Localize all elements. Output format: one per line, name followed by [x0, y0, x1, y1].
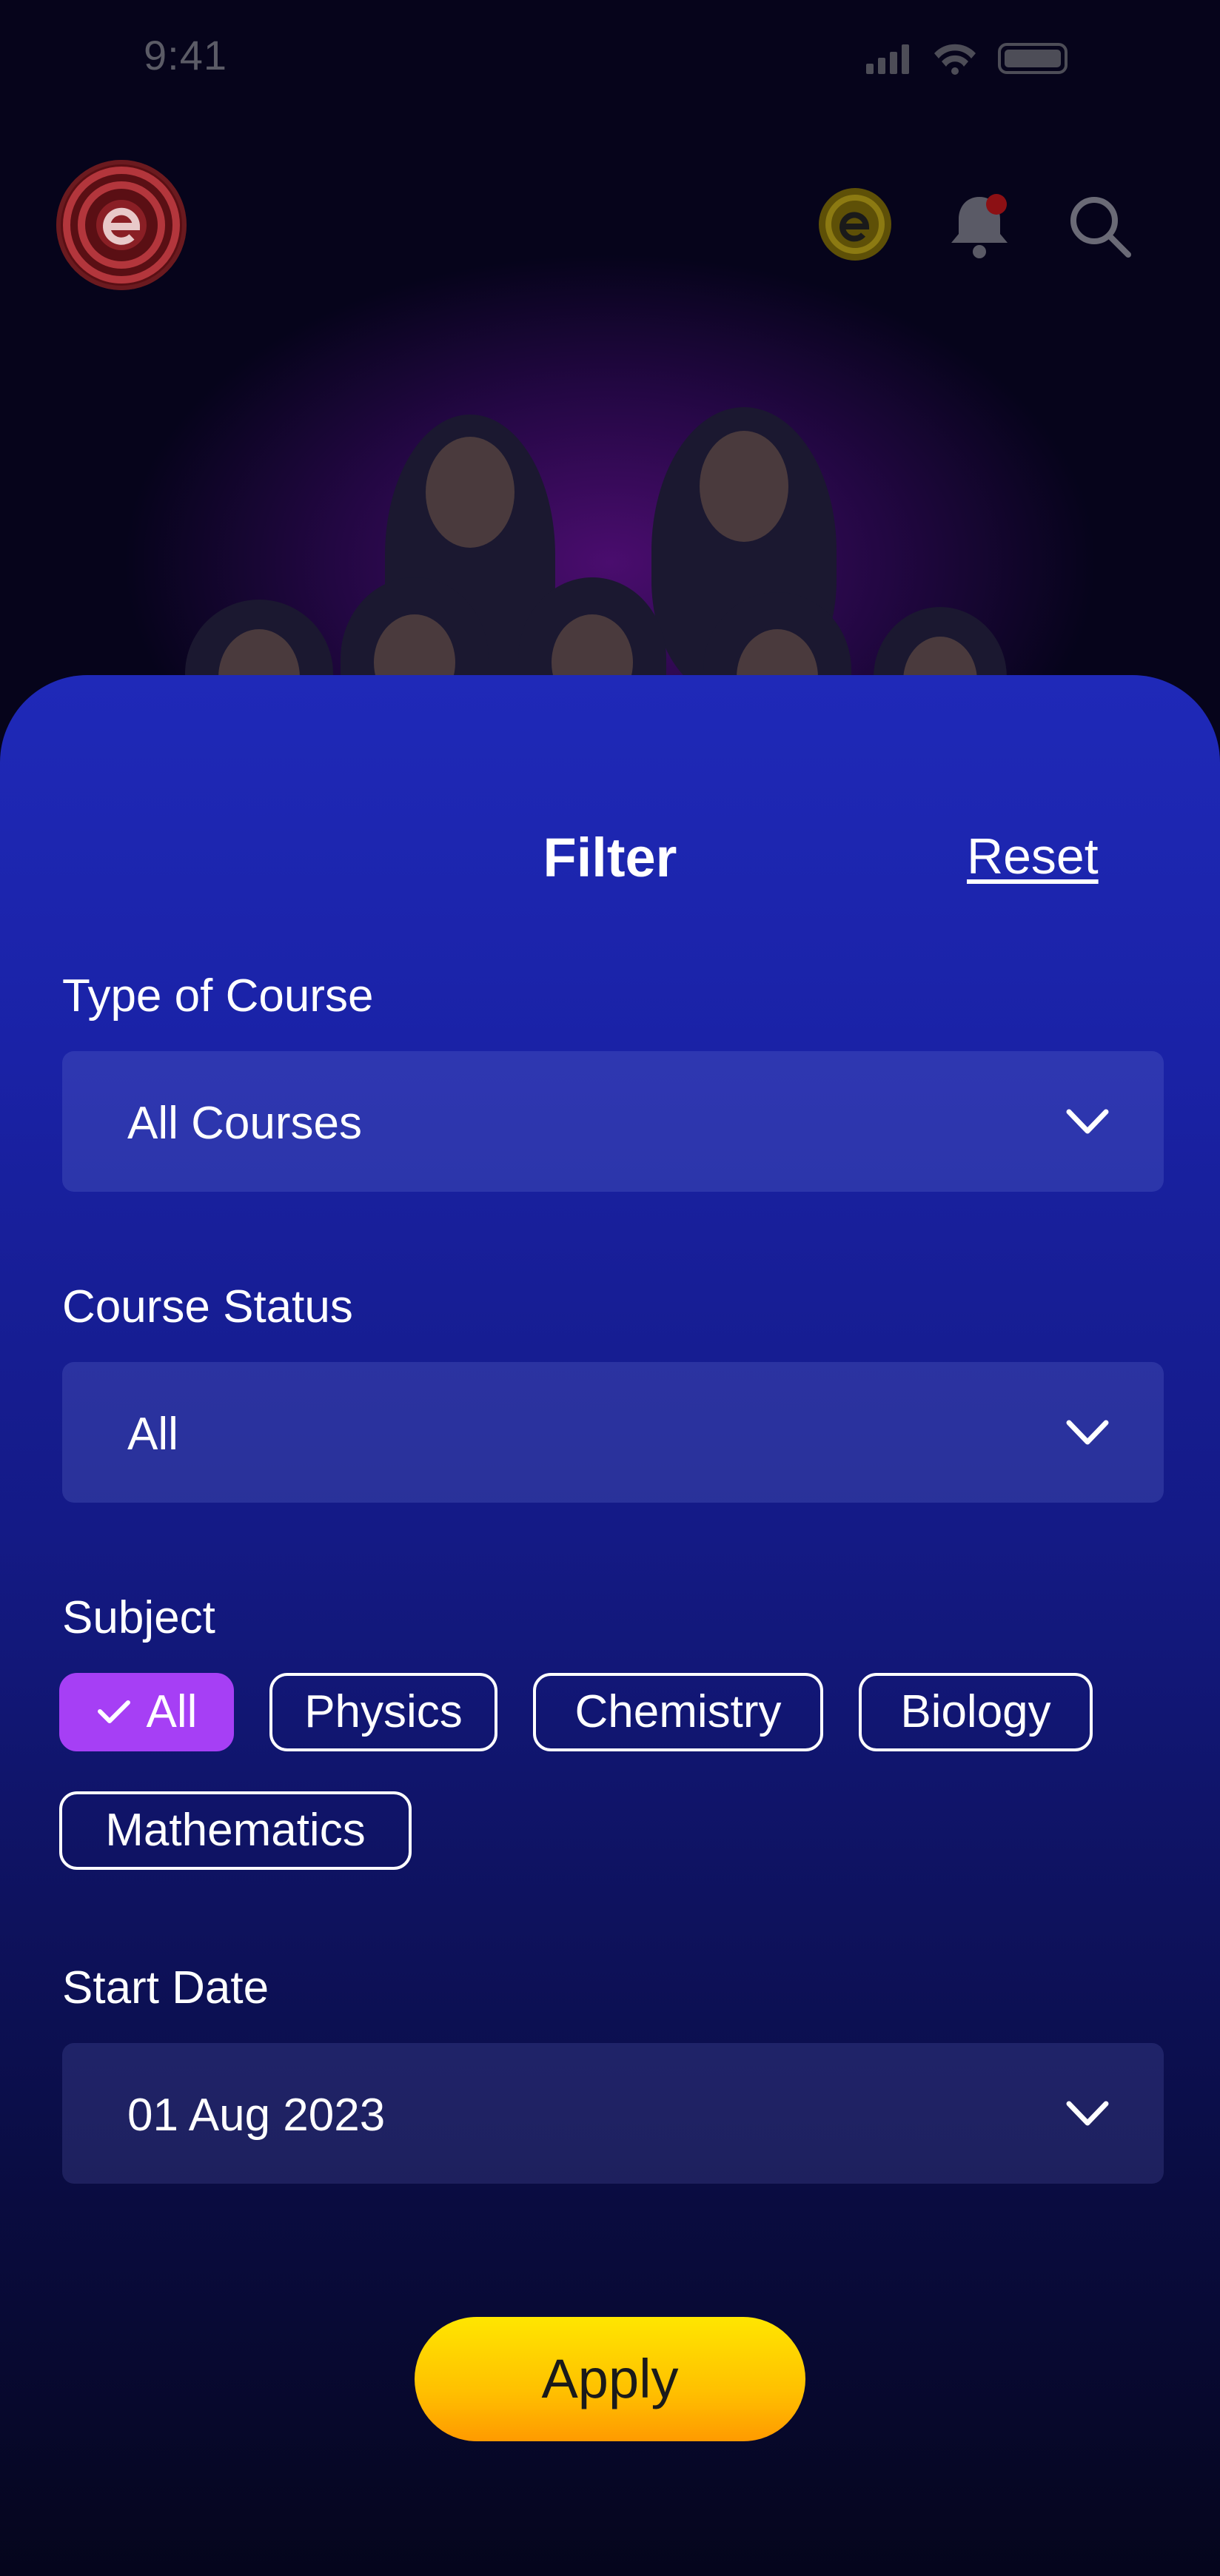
type-of-course-dropdown[interactable]: All Courses: [62, 1051, 1164, 1192]
banner-teachers-image: [0, 385, 1220, 696]
status-time: 9:41: [144, 32, 227, 78]
reset-link[interactable]: Reset: [967, 828, 1099, 885]
subject-label: Subject: [62, 1592, 215, 1643]
start-date-dropdown[interactable]: 01 Aug 2023: [62, 2043, 1164, 2184]
coin-icon[interactable]: [819, 188, 891, 261]
subject-chip-physics[interactable]: Physics: [269, 1673, 497, 1751]
brand-logo-icon[interactable]: [56, 160, 187, 290]
start-date-label: Start Date: [62, 1962, 269, 2013]
search-icon[interactable]: [1066, 192, 1133, 259]
subject-chip-mathematics[interactable]: Mathematics: [59, 1791, 412, 1870]
course-status-label: Course Status: [62, 1281, 353, 1332]
chevron-down-icon: [1066, 2101, 1109, 2126]
type-of-course-label: Type of Course: [62, 970, 374, 1022]
status-icons: [866, 43, 1068, 75]
course-status-dropdown[interactable]: All: [62, 1362, 1164, 1503]
subject-chip-label: All: [146, 1686, 198, 1737]
bell-icon[interactable]: [946, 189, 1013, 261]
apply-button[interactable]: Apply: [415, 2317, 805, 2441]
chevron-down-icon: [1066, 1420, 1109, 1445]
course-status-value: All: [127, 1409, 178, 1460]
chevron-down-icon: [1066, 1109, 1109, 1134]
subject-chip-all[interactable]: All: [59, 1673, 234, 1751]
type-of-course-value: All Courses: [127, 1098, 362, 1149]
subject-chip-biology[interactable]: Biology: [859, 1673, 1093, 1751]
start-date-value: 01 Aug 2023: [127, 2090, 386, 2141]
check-icon: [97, 1700, 130, 1723]
subject-chip-chemistry[interactable]: Chemistry: [533, 1673, 823, 1751]
status-bar: 9:41: [0, 0, 1220, 111]
